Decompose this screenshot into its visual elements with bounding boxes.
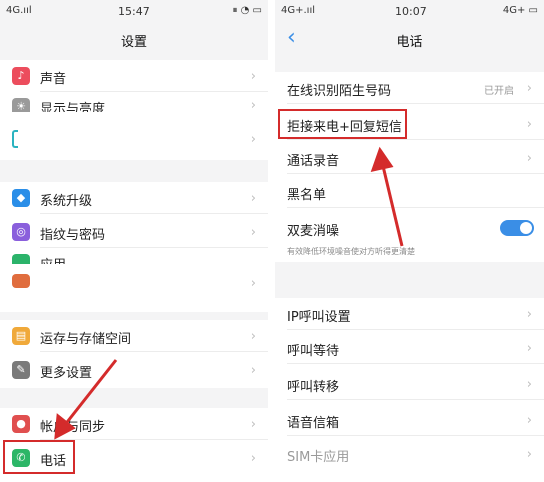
annotation-arrow-right <box>370 146 404 247</box>
annotation-arrows <box>54 146 404 440</box>
annotation-arrow-left <box>54 359 118 440</box>
